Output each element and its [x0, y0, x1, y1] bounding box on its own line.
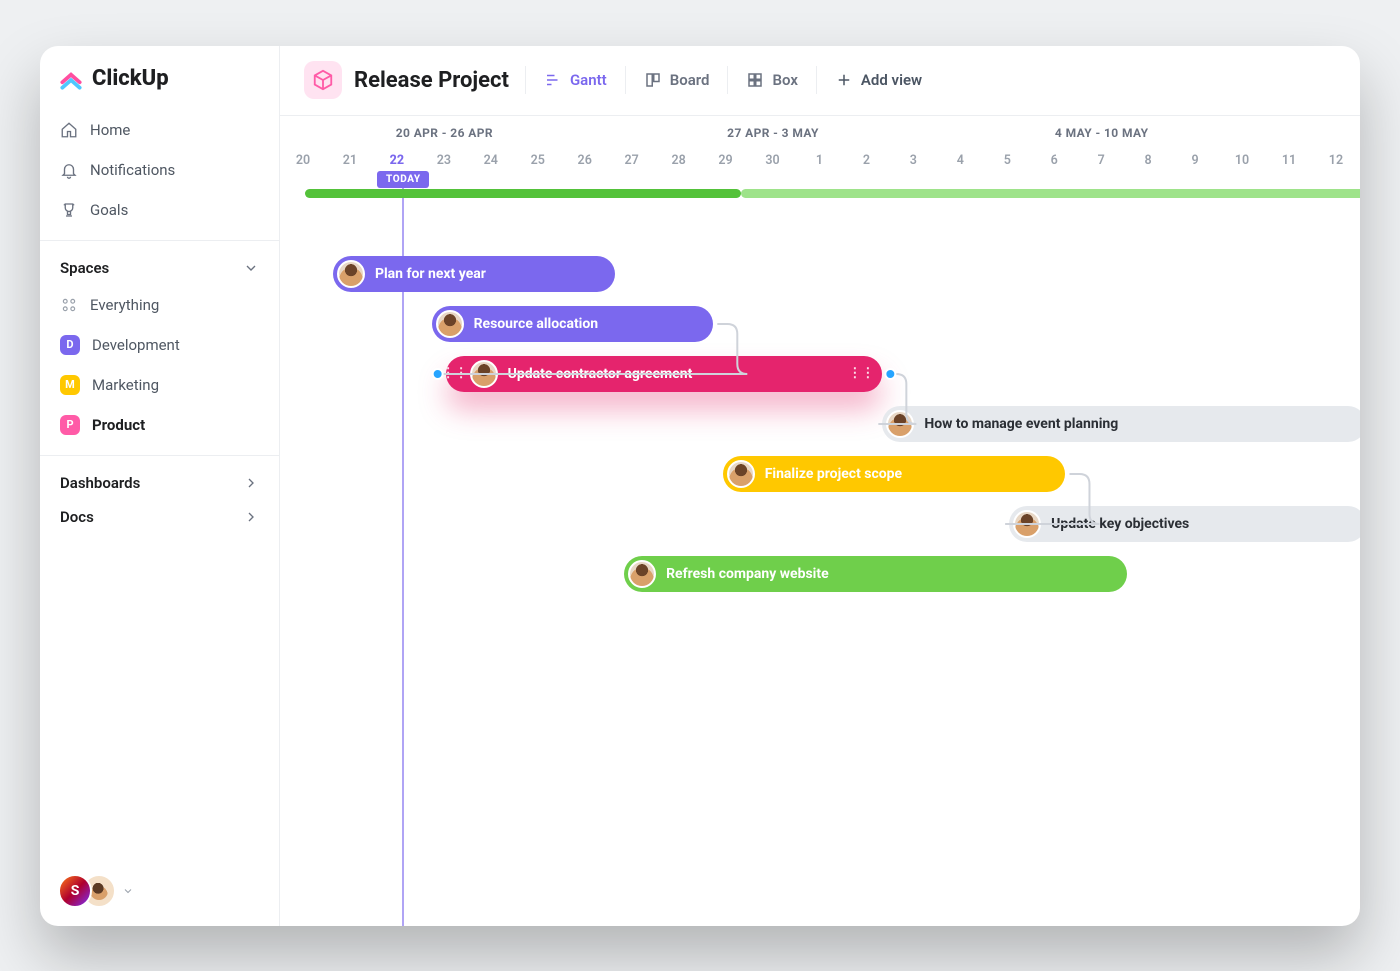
gantt-icon — [544, 71, 562, 89]
nav-home[interactable]: Home — [48, 110, 271, 150]
nav-goals-label: Goals — [90, 201, 128, 219]
space-label: Product — [92, 416, 145, 434]
project-header: Release Project Gantt Board Box Add view — [280, 46, 1360, 116]
gantt-task-plan[interactable]: Plan for next year — [333, 256, 615, 292]
gantt-task-label: How to manage event planning — [924, 416, 1118, 432]
avatar-initial: S — [71, 883, 80, 899]
gantt-view[interactable]: 20 APR - 26 APR27 APR - 3 MAY4 MAY - 10 … — [280, 116, 1360, 926]
add-view-label: Add view — [861, 71, 922, 89]
sidebar-item-everything[interactable]: Everything — [48, 285, 271, 325]
brand-logo[interactable]: ClickUp — [40, 46, 279, 110]
docs-header-label: Docs — [60, 508, 94, 526]
spaces-header[interactable]: Spaces — [40, 251, 279, 285]
brand-name: ClickUp — [92, 66, 169, 91]
avatar-stack: S — [58, 874, 116, 908]
drag-handle-icon[interactable]: ⋮⋮ — [450, 366, 460, 381]
package-icon — [312, 69, 334, 91]
clickup-logo-icon — [58, 66, 84, 92]
project-icon-badge — [304, 61, 342, 99]
space-badge: P — [60, 415, 80, 435]
nav-goals[interactable]: Goals — [48, 190, 271, 230]
divider — [40, 455, 279, 456]
gantt-task-event[interactable]: How to manage event planning — [882, 406, 1360, 442]
tab-board-label: Board — [670, 71, 710, 89]
dashboards-header-label: Dashboards — [60, 474, 140, 492]
project-title: Release Project — [354, 68, 509, 93]
sidebar-item-development[interactable]: D Development — [48, 325, 271, 365]
gantt-task-objectiv[interactable]: Update key objectives — [1009, 506, 1360, 542]
assignee-avatar — [886, 410, 914, 438]
assignee-avatar — [1013, 510, 1041, 538]
nav-notifications[interactable]: Notifications — [48, 150, 271, 190]
user-switcher[interactable]: S — [58, 874, 134, 908]
gantt-task-contract[interactable]: ⋮⋮ Update contractor agreement ⋮⋮ — [446, 356, 883, 392]
divider — [40, 240, 279, 241]
space-list: Everything D Development M Marketing P Product — [40, 285, 279, 445]
gantt-task-label: Update key objectives — [1051, 516, 1189, 532]
sidebar-item-marketing[interactable]: M Marketing — [48, 365, 271, 405]
space-badge: M — [60, 375, 80, 395]
board-icon — [644, 71, 662, 89]
spaces-header-label: Spaces — [60, 259, 109, 277]
primary-nav: Home Notifications Goals — [40, 110, 279, 230]
project-title-block[interactable]: Release Project — [304, 61, 509, 99]
nav-home-label: Home — [90, 121, 130, 139]
separator — [816, 66, 817, 94]
space-label: Development — [92, 336, 180, 354]
space-badge: D — [60, 335, 80, 355]
tab-gantt[interactable]: Gantt — [542, 67, 609, 93]
caret-down-icon — [122, 885, 134, 897]
assignee-avatar — [337, 260, 365, 288]
assignee-avatar — [436, 310, 464, 338]
gantt-task-resource[interactable]: Resource allocation — [432, 306, 714, 342]
assignee-avatar — [470, 360, 498, 388]
everything-icon — [60, 296, 78, 314]
add-view-button[interactable]: Add view — [833, 67, 924, 93]
space-label: Marketing — [92, 376, 159, 394]
tab-gantt-label: Gantt — [570, 71, 607, 89]
trophy-icon — [60, 201, 78, 219]
gantt-task-scope[interactable]: Finalize project scope — [723, 456, 1066, 492]
main-panel: Release Project Gantt Board Box Add view — [280, 46, 1360, 926]
drag-handle-icon[interactable]: ⋮⋮ — [856, 366, 866, 381]
nav-notifications-label: Notifications — [90, 161, 175, 179]
separator — [525, 66, 526, 94]
tab-box[interactable]: Box — [744, 67, 799, 93]
box-icon — [746, 71, 764, 89]
assignee-avatar — [628, 560, 656, 588]
gantt-task-website[interactable]: Refresh company website — [624, 556, 1126, 592]
plus-icon — [835, 71, 853, 89]
gantt-task-label: Plan for next year — [375, 266, 486, 282]
dashboards-header[interactable]: Dashboards — [40, 466, 279, 500]
gantt-task-label: Refresh company website — [666, 566, 829, 582]
tab-board[interactable]: Board — [642, 67, 712, 93]
separator — [625, 66, 626, 94]
gantt-task-label: Resource allocation — [474, 316, 599, 332]
chevron-down-icon — [243, 260, 259, 276]
gantt-task-label: Finalize project scope — [765, 466, 902, 482]
avatar-self: S — [58, 874, 92, 908]
chevron-right-icon — [243, 475, 259, 491]
assignee-avatar — [727, 460, 755, 488]
sidebar: ClickUp Home Notifications Goals Spaces … — [40, 46, 280, 926]
bell-icon — [60, 161, 78, 179]
gantt-bars-layer: Plan for next year Resource allocation ⋮⋮ U… — [280, 116, 1360, 926]
home-icon — [60, 121, 78, 139]
tab-box-label: Box — [772, 71, 797, 89]
gantt-canvas: 20 APR - 26 APR27 APR - 3 MAY4 MAY - 10 … — [280, 116, 1360, 926]
separator — [727, 66, 728, 94]
sidebar-item-product[interactable]: P Product — [48, 405, 271, 445]
space-label: Everything — [90, 296, 159, 314]
app-window: ClickUp Home Notifications Goals Spaces … — [40, 46, 1360, 926]
gantt-task-label: Update contractor agreement — [508, 366, 693, 382]
docs-header[interactable]: Docs — [40, 500, 279, 534]
chevron-right-icon — [243, 509, 259, 525]
